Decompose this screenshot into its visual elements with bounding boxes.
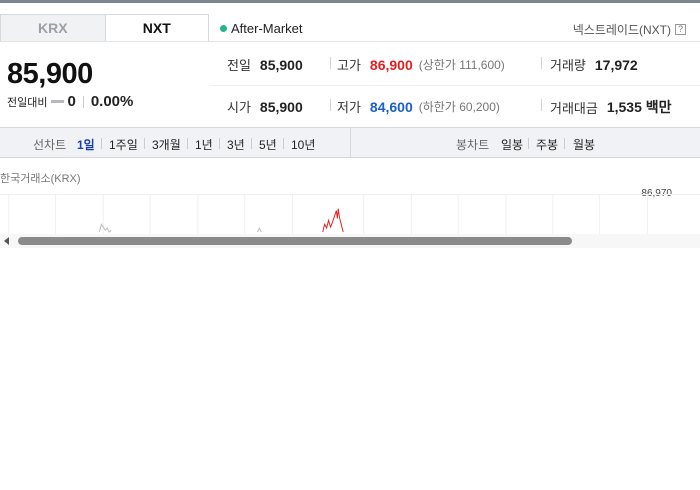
- chart-controls: 선차트 1일 1주일 3개월 1년 3년 5년 10년 봉차트 일봉 주봉 월봉: [0, 127, 700, 158]
- stat-value: 86,900: [369, 56, 413, 73]
- period-1d[interactable]: 1일: [77, 136, 95, 153]
- stat-value: 85,900: [259, 56, 303, 73]
- divider: [187, 138, 188, 149]
- stat-label: 거래대금: [550, 100, 598, 116]
- period-1w[interactable]: 1주일: [109, 136, 138, 153]
- divider: [144, 138, 145, 149]
- market-status-text: After-Market: [231, 21, 303, 36]
- period-3m[interactable]: 3개월: [152, 136, 181, 153]
- change-label: 전일대비: [7, 96, 48, 109]
- flat-change-icon: [51, 100, 65, 103]
- price-line-pre: [98, 223, 112, 233]
- price-chart: [0, 194, 700, 234]
- provider-name: 넥스트레이드(NXT): [572, 23, 671, 37]
- divider: [101, 138, 102, 149]
- tab-krx[interactable]: KRX: [0, 14, 105, 42]
- provider-info: 넥스트레이드(NXT) ?: [573, 21, 686, 38]
- divider: [0, 41, 700, 42]
- line-chart-label: 선차트: [33, 138, 67, 152]
- period-1y[interactable]: 1년: [195, 136, 213, 153]
- stat-low: 저가 84,600 (하한가 60,200): [337, 97, 500, 116]
- stat-open: 시가 85,900: [227, 97, 303, 116]
- divider: [350, 128, 351, 157]
- divider: [541, 99, 542, 111]
- stat-value: 85,900: [259, 98, 303, 115]
- price-line-up: [322, 208, 344, 233]
- chart-source-label: 한국거래소(KRX): [0, 173, 81, 185]
- change-rate: 0.00%: [90, 93, 134, 110]
- stat-value: 17,972: [594, 56, 638, 73]
- stat-label: 시가: [227, 100, 251, 115]
- period-5y[interactable]: 5년: [259, 136, 277, 153]
- stat-upper-limit: (상한가 111,600): [418, 58, 505, 72]
- candle-weekly[interactable]: 주봉: [536, 136, 558, 153]
- market-tabs: KRX NXT: [0, 14, 209, 42]
- stat-lower-limit: (하한가 60,200): [418, 100, 500, 114]
- stat-high: 고가 86,900 (상한가 111,600): [337, 55, 505, 74]
- help-icon[interactable]: ?: [675, 24, 686, 35]
- scroll-left-icon[interactable]: [4, 237, 9, 245]
- stat-label: 저가: [337, 100, 361, 115]
- scroll-thumb[interactable]: [18, 237, 572, 245]
- status-dot-icon: [220, 25, 227, 32]
- current-price: 85,900: [7, 58, 93, 90]
- stat-label: 거래량: [550, 58, 586, 73]
- stat-turnover: 거래대금 1,535 백만: [550, 97, 672, 117]
- candle-monthly[interactable]: 월봉: [573, 136, 595, 153]
- divider: [82, 95, 84, 108]
- divider: [564, 138, 565, 149]
- divider: [541, 57, 542, 69]
- price-change: 전일대비 0 0.00%: [7, 93, 133, 110]
- period-10y[interactable]: 10년: [291, 136, 315, 153]
- divider: [330, 99, 331, 111]
- stat-value: 84,600: [369, 98, 413, 115]
- change-value: 0: [67, 93, 76, 110]
- stat-prev-close: 전일 85,900: [227, 55, 303, 74]
- divider: [251, 138, 252, 149]
- divider: [330, 57, 331, 69]
- price-line-gray: [256, 227, 262, 233]
- divider: [528, 138, 529, 149]
- candle-chart-label: 봉차트: [456, 138, 490, 152]
- top-border: [0, 0, 700, 3]
- tab-nxt[interactable]: NXT: [104, 14, 209, 42]
- divider: [219, 138, 220, 149]
- period-3y[interactable]: 3년: [227, 136, 245, 153]
- market-status: After-Market: [220, 21, 303, 36]
- stat-value: 1,535 백만: [606, 99, 672, 115]
- stat-volume: 거래량 17,972: [550, 55, 638, 74]
- divider: [210, 85, 700, 86]
- stat-label: 고가: [337, 58, 361, 73]
- candle-daily[interactable]: 일봉: [501, 136, 523, 153]
- stat-label: 전일: [227, 58, 251, 73]
- divider: [283, 138, 284, 149]
